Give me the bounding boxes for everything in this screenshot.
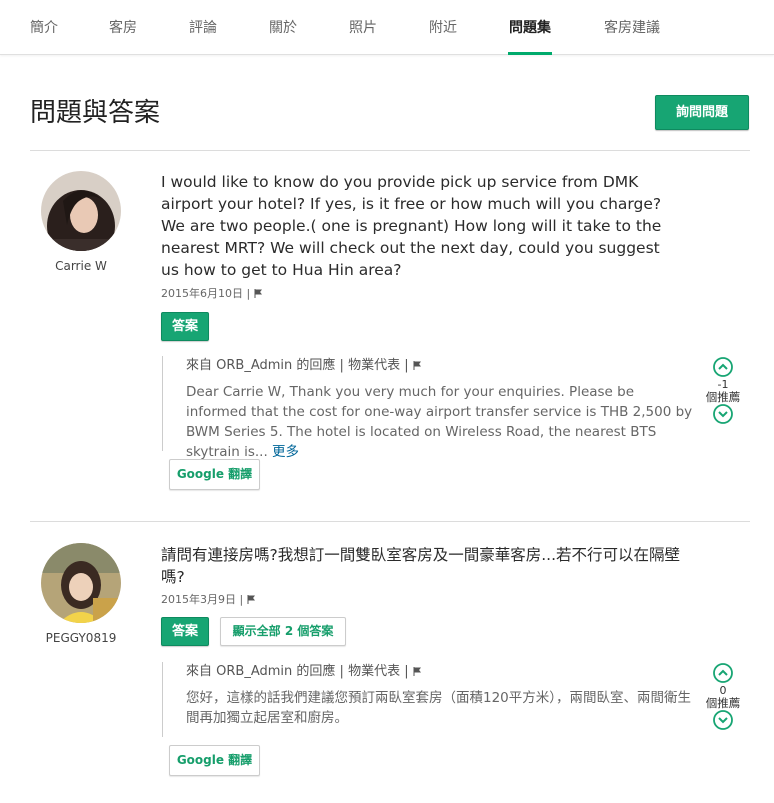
top-nav: 簡介 客房 評論 關於 照片 附近 問題集 客房建議 [0,0,774,55]
upvote-icon[interactable] [713,663,733,683]
answer-button[interactable]: 答案 [161,617,209,646]
google-translate-button[interactable]: Google 翻譯 [169,459,260,490]
flag-icon[interactable] [254,289,262,298]
meta-separator: | [339,358,344,373]
reply-header: 來自 ORB_Admin 的回應 | 物業代表 | [186,662,697,682]
reply-text: 您好，這樣的話我們建議您預訂兩臥室套房（面積120平方米），兩間臥室、兩間衛生間… [186,690,692,726]
vote-label: 個推薦 [705,696,741,710]
question-date: 2015年6月10日 [161,287,243,300]
tab-room-tips[interactable]: 客房建議 [604,0,660,55]
question-text: 請問有連接房嗎?我想訂一間雙臥室客房及一間豪華客房...若不行可以在隔壁嗎? [161,546,681,586]
reply-text-content: Dear Carrie W, Thank you very much for y… [186,384,693,460]
reply-role: 物業代表 [348,664,401,679]
question-date: 2015年3月9日 [161,593,236,606]
tab-qa[interactable]: 問題集 [508,0,552,55]
meta-separator: | [246,287,251,300]
downvote-icon[interactable] [713,404,733,424]
downvote-icon[interactable] [713,710,733,730]
tab-overview[interactable]: 簡介 [30,0,58,55]
reply-header: 來自 ORB_Admin 的回應 | 物業代表 | [186,356,697,376]
flag-icon[interactable] [413,667,421,676]
vote-count: 0 [719,684,727,697]
show-all-answers-button[interactable]: 顯示全部 2 個答案 [220,617,346,646]
meta-separator: | [239,593,244,606]
vote-widget: -1 個推薦 [700,357,746,424]
upvote-icon[interactable] [713,357,733,377]
question-meta: 2015年6月10日 | [161,285,262,301]
avatar[interactable] [41,171,121,251]
flag-icon[interactable] [247,595,255,604]
meta-separator: | [339,664,344,679]
meta-separator: | [404,358,409,373]
avatar[interactable] [41,543,121,623]
meta-separator: | [404,664,409,679]
tab-rooms[interactable]: 客房 [109,0,137,55]
tab-reviews[interactable]: 評論 [189,0,217,55]
reply-text: Dear Carrie W, Thank you very much for y… [186,382,697,462]
vote-count: -1 [717,378,729,391]
page-title: 問題與答案 [30,98,161,128]
tab-nearby[interactable]: 附近 [429,0,457,55]
reply: 來自 ORB_Admin 的回應 | 物業代表 | 您好，這樣的話我們建議您預訂… [162,662,697,737]
answer-button[interactable]: 答案 [161,312,209,341]
vote-widget: 0 個推薦 [700,663,746,730]
reply-from: 來自 ORB_Admin 的回應 [186,664,336,679]
reply: 來自 ORB_Admin 的回應 | 物業代表 | Dear Carrie W,… [162,356,697,460]
reply-role: 物業代表 [348,358,401,373]
flag-icon[interactable] [413,361,421,370]
tab-photos[interactable]: 照片 [349,0,377,55]
username[interactable]: PEGGY0819 [31,631,131,645]
divider [30,150,750,151]
more-link[interactable]: 更多 [272,444,299,460]
vote-label: 個推薦 [705,390,741,404]
tab-about[interactable]: 關於 [269,0,297,55]
question-meta: 2015年3月9日 | [161,591,255,607]
ask-question-button[interactable]: 詢問問題 [655,95,749,130]
reply-from: 來自 ORB_Admin 的回應 [186,358,336,373]
username[interactable]: Carrie W [31,259,131,273]
google-translate-button[interactable]: Google 翻譯 [169,745,260,776]
divider [30,521,750,522]
question-text: I would like to know do you provide pick… [161,173,662,279]
